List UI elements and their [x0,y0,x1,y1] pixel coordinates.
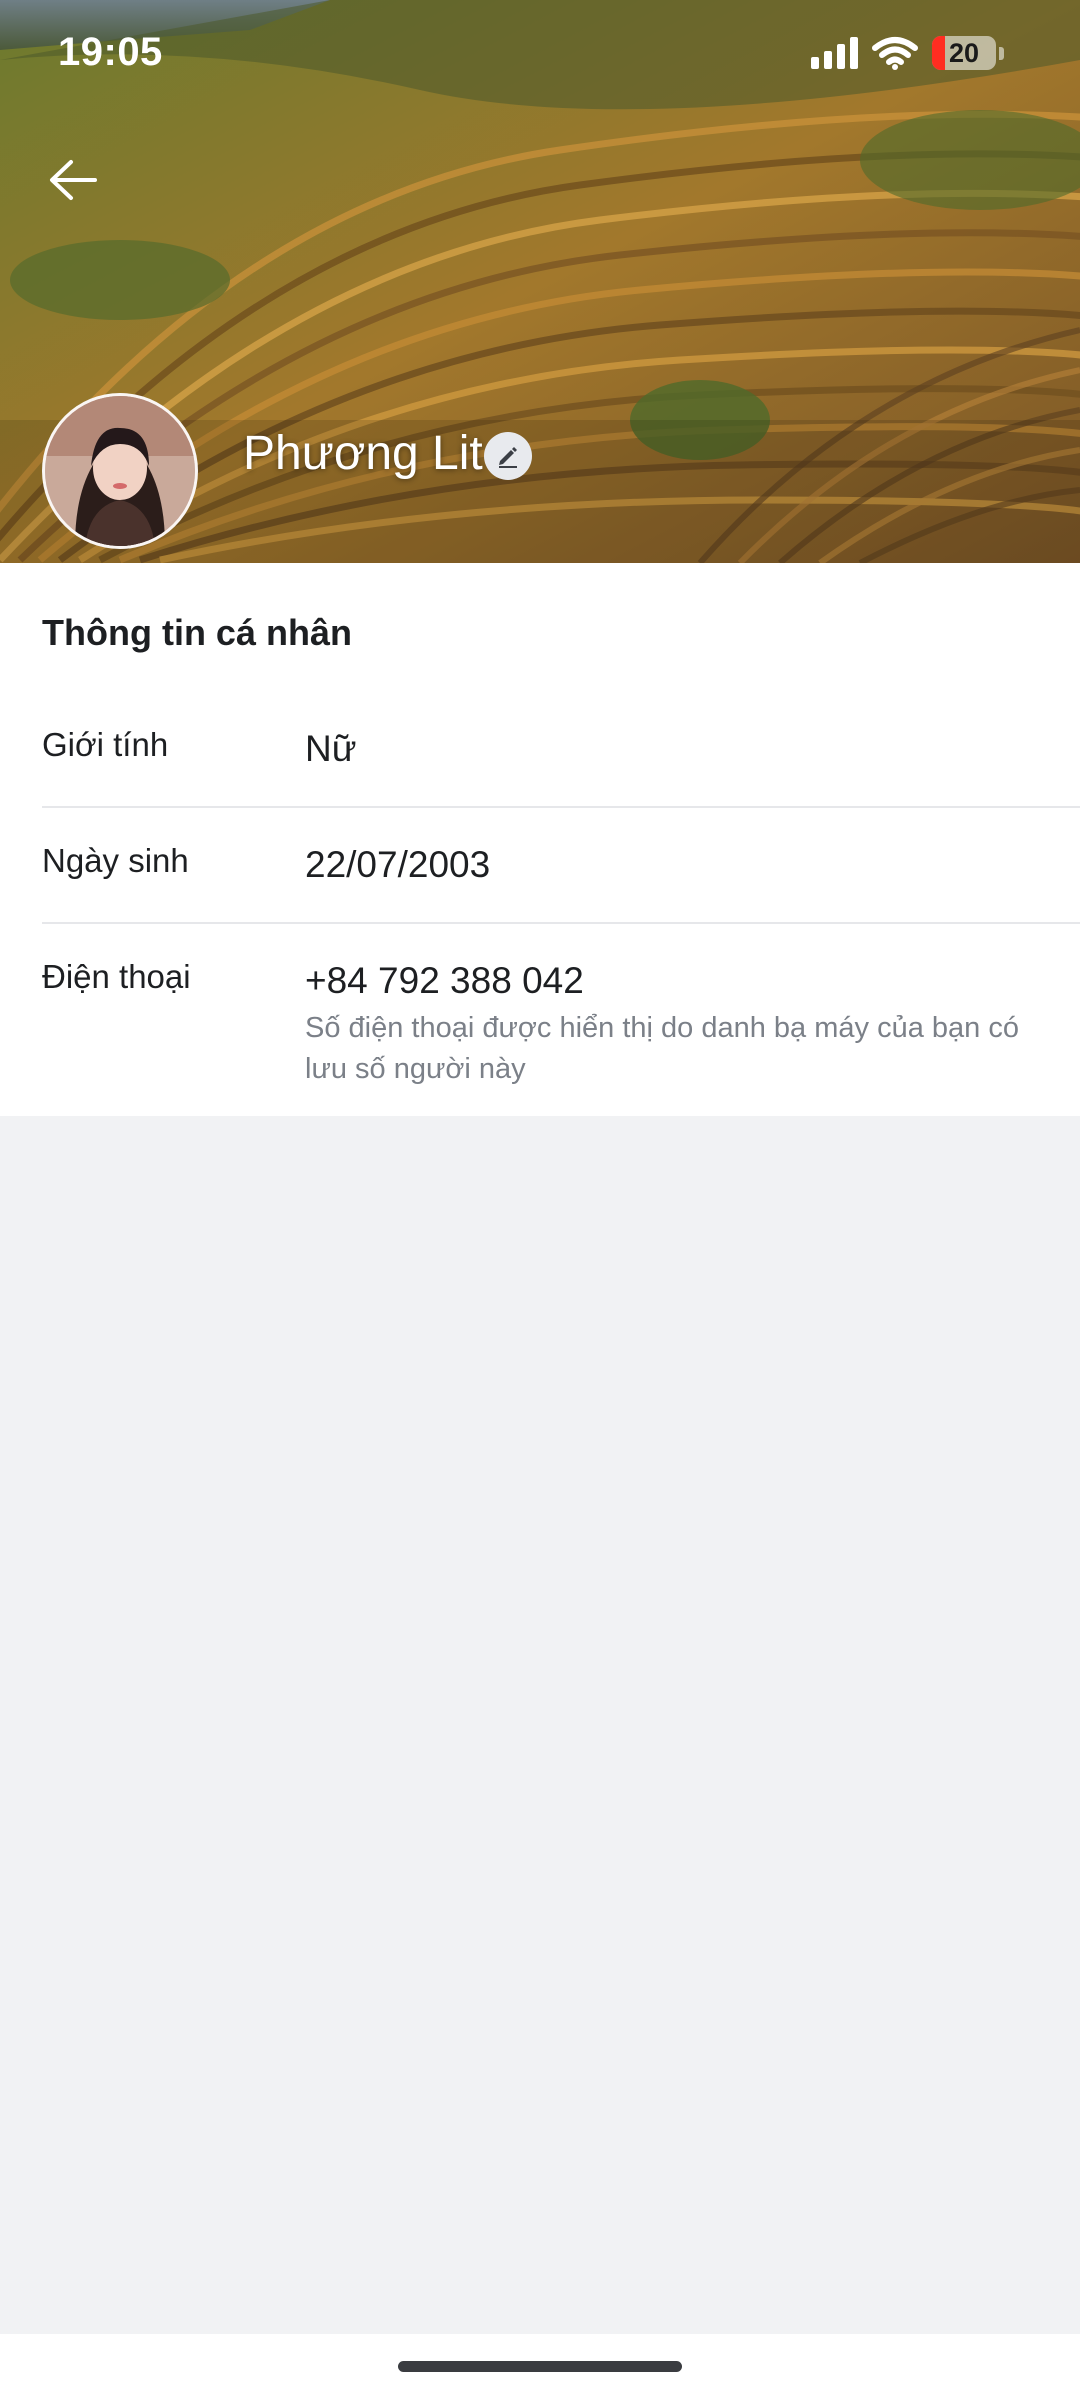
wifi-icon [872,36,918,70]
birthday-label: Ngày sinh [42,842,189,879]
cover-photo[interactable]: 19:05 20 Phương Lit [0,0,1080,563]
signal-icon [811,37,858,69]
home-indicator[interactable] [398,2361,682,2372]
battery-icon: 20 [932,36,996,70]
pencil-icon [499,447,517,468]
gender-label: Giới tính [42,726,169,763]
status-time: 19:05 [58,30,163,74]
back-button[interactable] [38,150,108,210]
battery-level [932,36,945,70]
personal-info-section: Thông tin cá nhân Giới tính Nữ Ngày sinh… [0,563,1080,1116]
phone-note: Số điện thoại được hiển thị do danh bạ m… [305,1012,1019,1085]
gender-value: Nữ [305,728,357,769]
battery-percent: 20 [948,37,980,68]
arrow-left-icon [50,160,97,200]
battery-cap [999,46,1004,60]
birthday-value: 22/07/2003 [305,844,491,885]
status-icons: 20 [811,36,1004,70]
status-bar: 19:05 20 [0,0,1080,120]
divider [42,806,1080,808]
avatar[interactable] [42,393,198,549]
avatar-photo [45,396,195,546]
edit-name-button[interactable] [484,432,532,480]
divider [42,922,1080,924]
profile-name: Phương Lit [243,427,483,480]
phone-label: Điện thoại [42,958,191,995]
phone-value[interactable]: +84 792 388 042 [305,960,584,1002]
section-title: Thông tin cá nhân [42,612,352,653]
